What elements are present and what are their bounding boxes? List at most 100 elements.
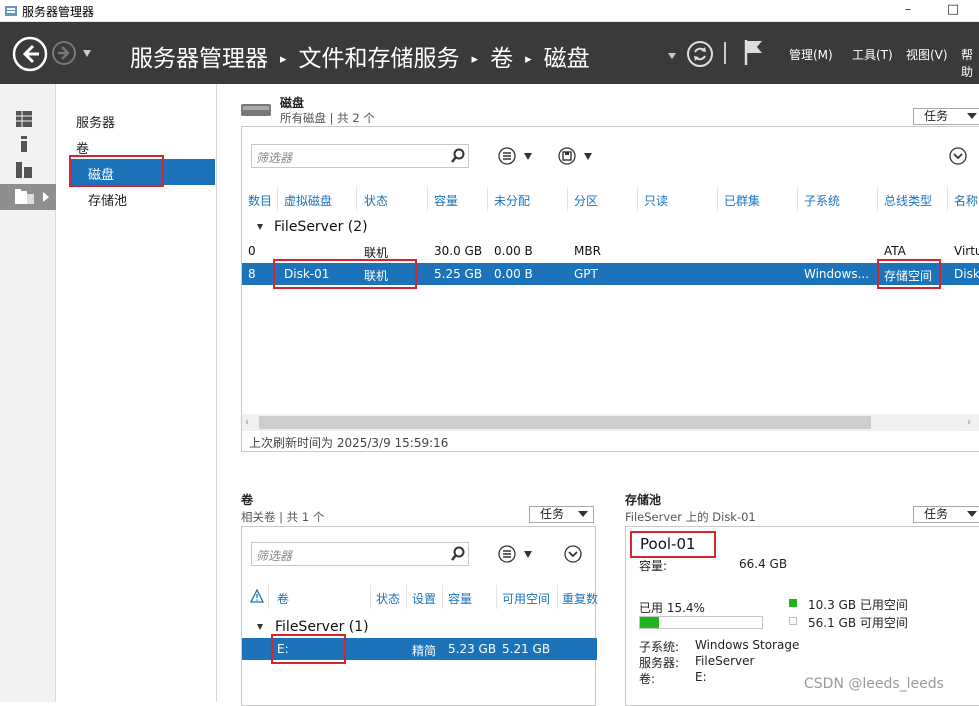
disks-filter-input[interactable]: 筛选器 (251, 144, 469, 168)
notifications-flag-icon[interactable] (743, 38, 765, 66)
list-view-icon[interactable] (498, 147, 516, 165)
disks-tile-title: 磁盘 (280, 96, 305, 110)
column-header[interactable]: 状态 (364, 192, 388, 209)
scroll-left-icon[interactable]: ‹ (245, 417, 249, 428)
breadcrumb-file-storage[interactable]: 文件和存储服务 (299, 46, 460, 72)
volumes-tile-subtitle: 相关卷 | 共 1 个 (241, 510, 325, 524)
column-header[interactable]: 未分配 (494, 192, 530, 209)
usage-bar-fill (640, 617, 659, 628)
chevron-down-icon[interactable] (584, 153, 592, 160)
search-icon[interactable] (450, 546, 466, 562)
chevron-down-icon[interactable] (524, 153, 532, 160)
back-arrow-icon[interactable] (12, 36, 48, 72)
volume-label: 卷: (639, 672, 656, 686)
volume-value: E: (695, 670, 707, 684)
forward-arrow-icon[interactable] (51, 40, 77, 66)
free-space-text: 56.1 GB 可用空间 (808, 616, 908, 630)
column-header[interactable]: 卷 (277, 590, 289, 607)
column-divider (717, 187, 718, 211)
cell-unallocated: 0.00 B (494, 244, 533, 258)
group-collapse-icon[interactable] (257, 224, 263, 230)
dashboard-icon[interactable] (14, 110, 34, 128)
breadcrumb-server-manager[interactable]: 服务器管理器 (130, 46, 268, 72)
column-header[interactable]: 子系统 (804, 192, 840, 209)
group-collapse-icon[interactable] (257, 624, 263, 630)
subsystem-label: 子系统: (639, 640, 680, 654)
cell-subsystem: Windows... (804, 267, 870, 281)
column-header[interactable]: 重复数 (562, 590, 598, 607)
disks-column-headers: 数目 虚拟磁盘 状态 容量 未分配 分区 只读 已群集 子系统 总线类型 名称 (242, 187, 979, 211)
breadcrumb: 服务器管理器 ▸ 文件和存储服务 ▸ 卷 ▸ 磁盘 (130, 39, 596, 73)
volumes-column-headers: 卷 状态 设置 容量 可用空间 重复数 (242, 585, 598, 609)
server-value: FileServer (695, 654, 755, 668)
search-icon[interactable] (450, 148, 466, 164)
column-divider (427, 187, 428, 211)
refresh-icon[interactable] (686, 40, 714, 68)
column-divider (496, 585, 497, 609)
disks-tile-subtitle: 所有磁盘 | 共 2 个 (280, 111, 375, 125)
chevron-right-icon: ▸ (280, 52, 287, 67)
local-server-icon[interactable] (14, 135, 34, 153)
save-query-icon[interactable] (558, 147, 576, 165)
column-header[interactable]: 容量 (448, 590, 472, 607)
column-header[interactable]: 状态 (376, 590, 400, 607)
sub-nav: 服务器 卷 磁盘 存储池 (57, 84, 217, 702)
cell-free-space: 5.21 GB (502, 642, 551, 656)
horizontal-scrollbar[interactable]: ‹ › (242, 414, 979, 431)
pool-tasks-button[interactable]: 任务 (913, 506, 979, 523)
list-view-icon[interactable] (498, 545, 516, 563)
disks-group-header[interactable]: FileServer (2) (274, 219, 368, 235)
column-divider (277, 187, 278, 211)
column-header[interactable]: 虚拟磁盘 (284, 192, 332, 209)
usage-bar (639, 616, 763, 629)
maximize-button[interactable]: □ (935, 0, 971, 22)
cell-number: 8 (248, 267, 256, 281)
warning-icon[interactable] (250, 589, 264, 603)
column-divider (557, 585, 558, 609)
collapse-chevron-icon[interactable] (949, 147, 967, 165)
disk-drive-icon (241, 104, 271, 116)
column-header[interactable]: 数目 (248, 192, 272, 209)
pool-tile-title: 存储池 (625, 493, 662, 507)
chevron-right-icon: ▸ (525, 52, 532, 67)
history-dropdown-icon[interactable] (83, 50, 91, 57)
scrollbar-thumb[interactable] (259, 416, 871, 429)
minimize-button[interactable]: – (890, 0, 926, 22)
collapse-chevron-icon[interactable] (564, 545, 582, 563)
volumes-tasks-button[interactable]: 任务 (529, 506, 594, 523)
column-header[interactable]: 只读 (644, 192, 668, 209)
volumes-filter-input[interactable]: 筛选器 (251, 542, 469, 566)
disks-tasks-button[interactable]: 任务 (913, 108, 979, 125)
header-divider (724, 42, 726, 64)
dropdown-chevron-icon[interactable] (668, 53, 676, 59)
cell-partition: GPT (574, 267, 598, 281)
column-header[interactable]: 可用空间 (502, 590, 550, 607)
column-header[interactable]: 容量 (434, 192, 458, 209)
used-percent-label: 已用 15.4% (639, 601, 705, 615)
column-divider (370, 585, 371, 609)
used-space-text: 10.3 GB 已用空间 (808, 598, 908, 612)
breadcrumb-volumes[interactable]: 卷 (490, 46, 513, 72)
nav-file-storage-selected[interactable] (0, 184, 56, 210)
column-header[interactable]: 分区 (574, 192, 598, 209)
header-bar: 服务器管理器 ▸ 文件和存储服务 ▸ 卷 ▸ 磁盘 管理(M) 工具(T) 视图(V) 帮助 (0, 22, 979, 84)
tools-menu[interactable]: 工具(T) (852, 46, 893, 63)
scroll-right-icon[interactable]: › (967, 417, 971, 428)
view-menu[interactable]: 视图(V) (906, 46, 948, 63)
all-servers-icon[interactable] (14, 161, 34, 179)
volumes-panel: 筛选器 卷 状态 设置 容量 可用空间 重复数 FileServer (1) E… (241, 526, 598, 706)
column-header[interactable]: 设置 (412, 590, 436, 607)
help-menu[interactable]: 帮助 (961, 46, 979, 80)
column-header[interactable]: 总线类型 (884, 192, 932, 209)
subnav-item-servers[interactable]: 服务器 (76, 112, 115, 131)
chevron-down-icon[interactable] (524, 551, 532, 558)
column-header[interactable]: 已群集 (724, 192, 760, 209)
expand-arrow-icon[interactable] (43, 192, 49, 202)
manage-menu[interactable]: 管理(M) (789, 46, 833, 63)
volumes-group-header[interactable]: FileServer (1) (275, 619, 369, 635)
cell-unallocated: 0.00 B (494, 267, 533, 281)
column-header[interactable]: 名称 (954, 192, 978, 209)
tasks-label: 任务 (924, 109, 949, 123)
subnav-item-pools[interactable]: 存储池 (88, 190, 127, 209)
chevron-down-icon (578, 511, 588, 517)
